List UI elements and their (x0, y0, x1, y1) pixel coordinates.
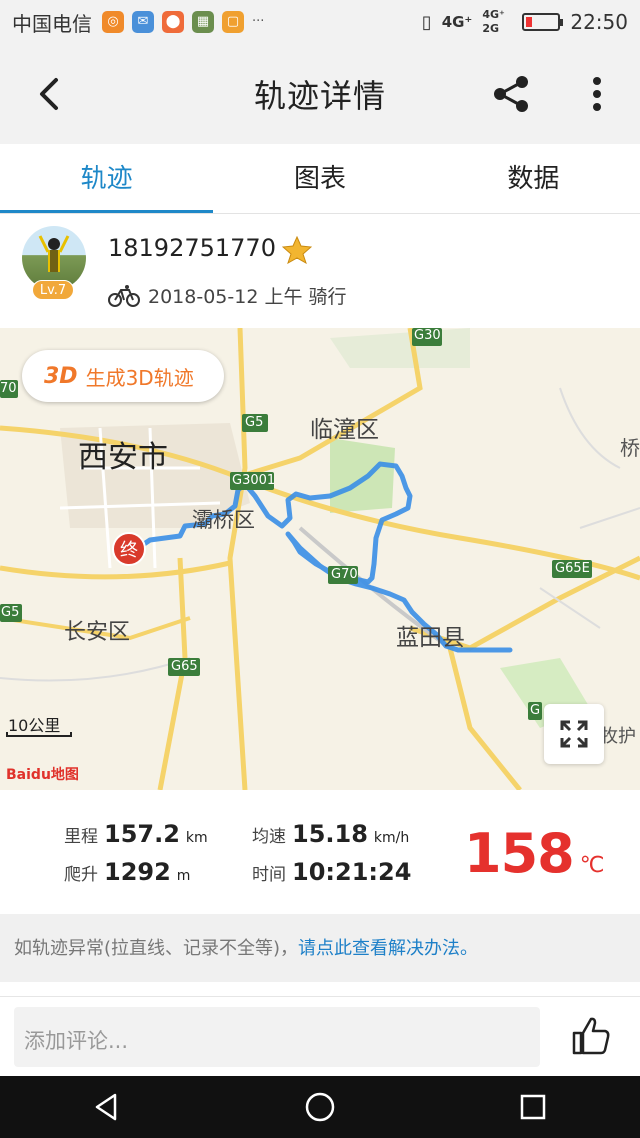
app-notification-icon: ▢ (222, 11, 244, 33)
track-anomaly-notice: 如轨迹异常(拉直线、记录不全等)，请点此查看解决办法。 (0, 914, 640, 982)
more-notifications-icon: ··· (252, 14, 265, 29)
distance-unit: km (185, 830, 208, 846)
road-g5-west: G5 (1, 605, 20, 620)
bicycle-icon (108, 285, 140, 307)
stat-time: 时间 10:21:24 (252, 858, 411, 886)
label-baqiao: 灞桥区 (192, 508, 255, 532)
generate-3d-label: 生成3D轨迹 (85, 365, 194, 390)
3d-label: 3D (44, 363, 78, 389)
notification-icons: ◎ ✉ ⬤ ▦ ▢ ··· (102, 11, 264, 33)
app-notification-icon: ✉ (132, 11, 154, 33)
ride-meta: 2018-05-12 上午 骑行 (148, 286, 347, 308)
road-g65e: G65E (555, 561, 590, 576)
label-changan: 长安区 (64, 620, 131, 645)
scale-bar (6, 732, 72, 737)
road-g30: G30 (414, 328, 441, 343)
solution-link[interactable]: 请点此查看解决办法。 (298, 938, 478, 959)
app-notification-icon: ▦ (192, 11, 214, 33)
road-g-edge: G (530, 703, 541, 718)
status-bar: 中国电信 ◎ ✉ ⬤ ▦ ▢ ··· ▯ 4G⁺ 4G⁺ 2G 22:50 (0, 0, 640, 44)
label-xian: 西安市 (78, 440, 168, 475)
system-nav-bar (0, 1076, 640, 1138)
generate-3d-track-button[interactable]: 3D 生成3D轨迹 (22, 350, 224, 402)
label-muhu: 牧护 (600, 726, 636, 747)
thumbs-up-icon[interactable] (568, 1013, 612, 1057)
calorie-unit: ℃ (579, 853, 605, 878)
climb-unit: m (176, 868, 191, 884)
end-marker[interactable]: 终 (112, 532, 146, 566)
app-notification-icon: ◎ (102, 11, 124, 33)
track-map[interactable]: G30 G5 G3001 G70 G65E G5 G65 70 G 西安市 临潼… (0, 328, 640, 790)
speed-value: 15.18 (292, 820, 368, 848)
road-70: 70 (0, 381, 17, 396)
tab-data[interactable]: 数据 (427, 144, 640, 213)
expand-icon (560, 720, 588, 748)
network-indicator: 4G⁺ (441, 13, 473, 31)
tab-bar: 轨迹 图表 数据 (0, 144, 640, 214)
tab-track[interactable]: 轨迹 (0, 144, 214, 213)
road-g65: G65 (171, 659, 198, 674)
time-value: 10:21:24 (292, 858, 412, 886)
vibrate-icon: ▯ (421, 11, 432, 33)
page-title: 轨迹详情 (253, 77, 386, 115)
distance-value: 157.2 (104, 820, 180, 848)
nav-home-icon[interactable] (304, 1091, 336, 1123)
climb-label: 爬升 (64, 865, 98, 885)
back-arrow-icon[interactable] (32, 74, 72, 114)
ride-stats: 里程 157.2 km 均速 15.18 km/h 爬升 1292 m 时间 1… (0, 790, 640, 914)
speed-unit: km/h (373, 830, 410, 846)
label-lantian: 蓝田县 (396, 625, 465, 651)
battery-icon (522, 13, 564, 31)
label-lintong: 临潼区 (310, 417, 379, 443)
baidu-map-logo: Baidu地图 (6, 767, 79, 783)
app-header: 轨迹详情 (0, 44, 640, 144)
nav-back-icon[interactable] (91, 1091, 123, 1123)
stat-calorie: 158 ℃ (464, 822, 604, 885)
notice-text: 如轨迹异常(拉直线、记录不全等)， (14, 938, 299, 959)
tab-chart[interactable]: 图表 (213, 144, 426, 213)
share-icon[interactable] (490, 74, 534, 114)
user-info: Lv.7 18192751770 2018-05-12 上午 骑行 (0, 214, 640, 328)
star-badge-icon (282, 236, 312, 264)
clock: 22:50 (570, 10, 628, 34)
climb-value: 1292 (104, 858, 171, 886)
fullscreen-button[interactable] (544, 704, 604, 764)
comment-input[interactable]: 添加评论... (14, 1007, 540, 1067)
calorie-value: 158 (464, 822, 575, 885)
speed-label: 均速 (252, 827, 286, 847)
stat-climb: 爬升 1292 m (64, 858, 190, 886)
label-qiao: 桥 (620, 436, 640, 460)
comment-bar: 添加评论... (0, 996, 640, 1076)
stat-speed: 均速 15.18 km/h (252, 820, 409, 848)
more-menu-icon[interactable] (582, 74, 612, 114)
nav-recents-icon[interactable] (517, 1091, 549, 1123)
distance-label: 里程 (64, 827, 98, 847)
carrier-label: 中国电信 (12, 11, 92, 36)
network-indicator-2: 4G⁺ 2G (482, 8, 505, 35)
road-g3001: G3001 (232, 473, 276, 488)
username: 18192751770 (108, 234, 276, 262)
stat-distance: 里程 157.2 km (64, 820, 208, 848)
road-g5: G5 (245, 415, 264, 430)
app-notification-icon: ⬤ (162, 11, 184, 33)
time-label: 时间 (252, 865, 286, 885)
road-g70: G70 (331, 567, 358, 582)
level-badge: Lv.7 (32, 280, 74, 300)
